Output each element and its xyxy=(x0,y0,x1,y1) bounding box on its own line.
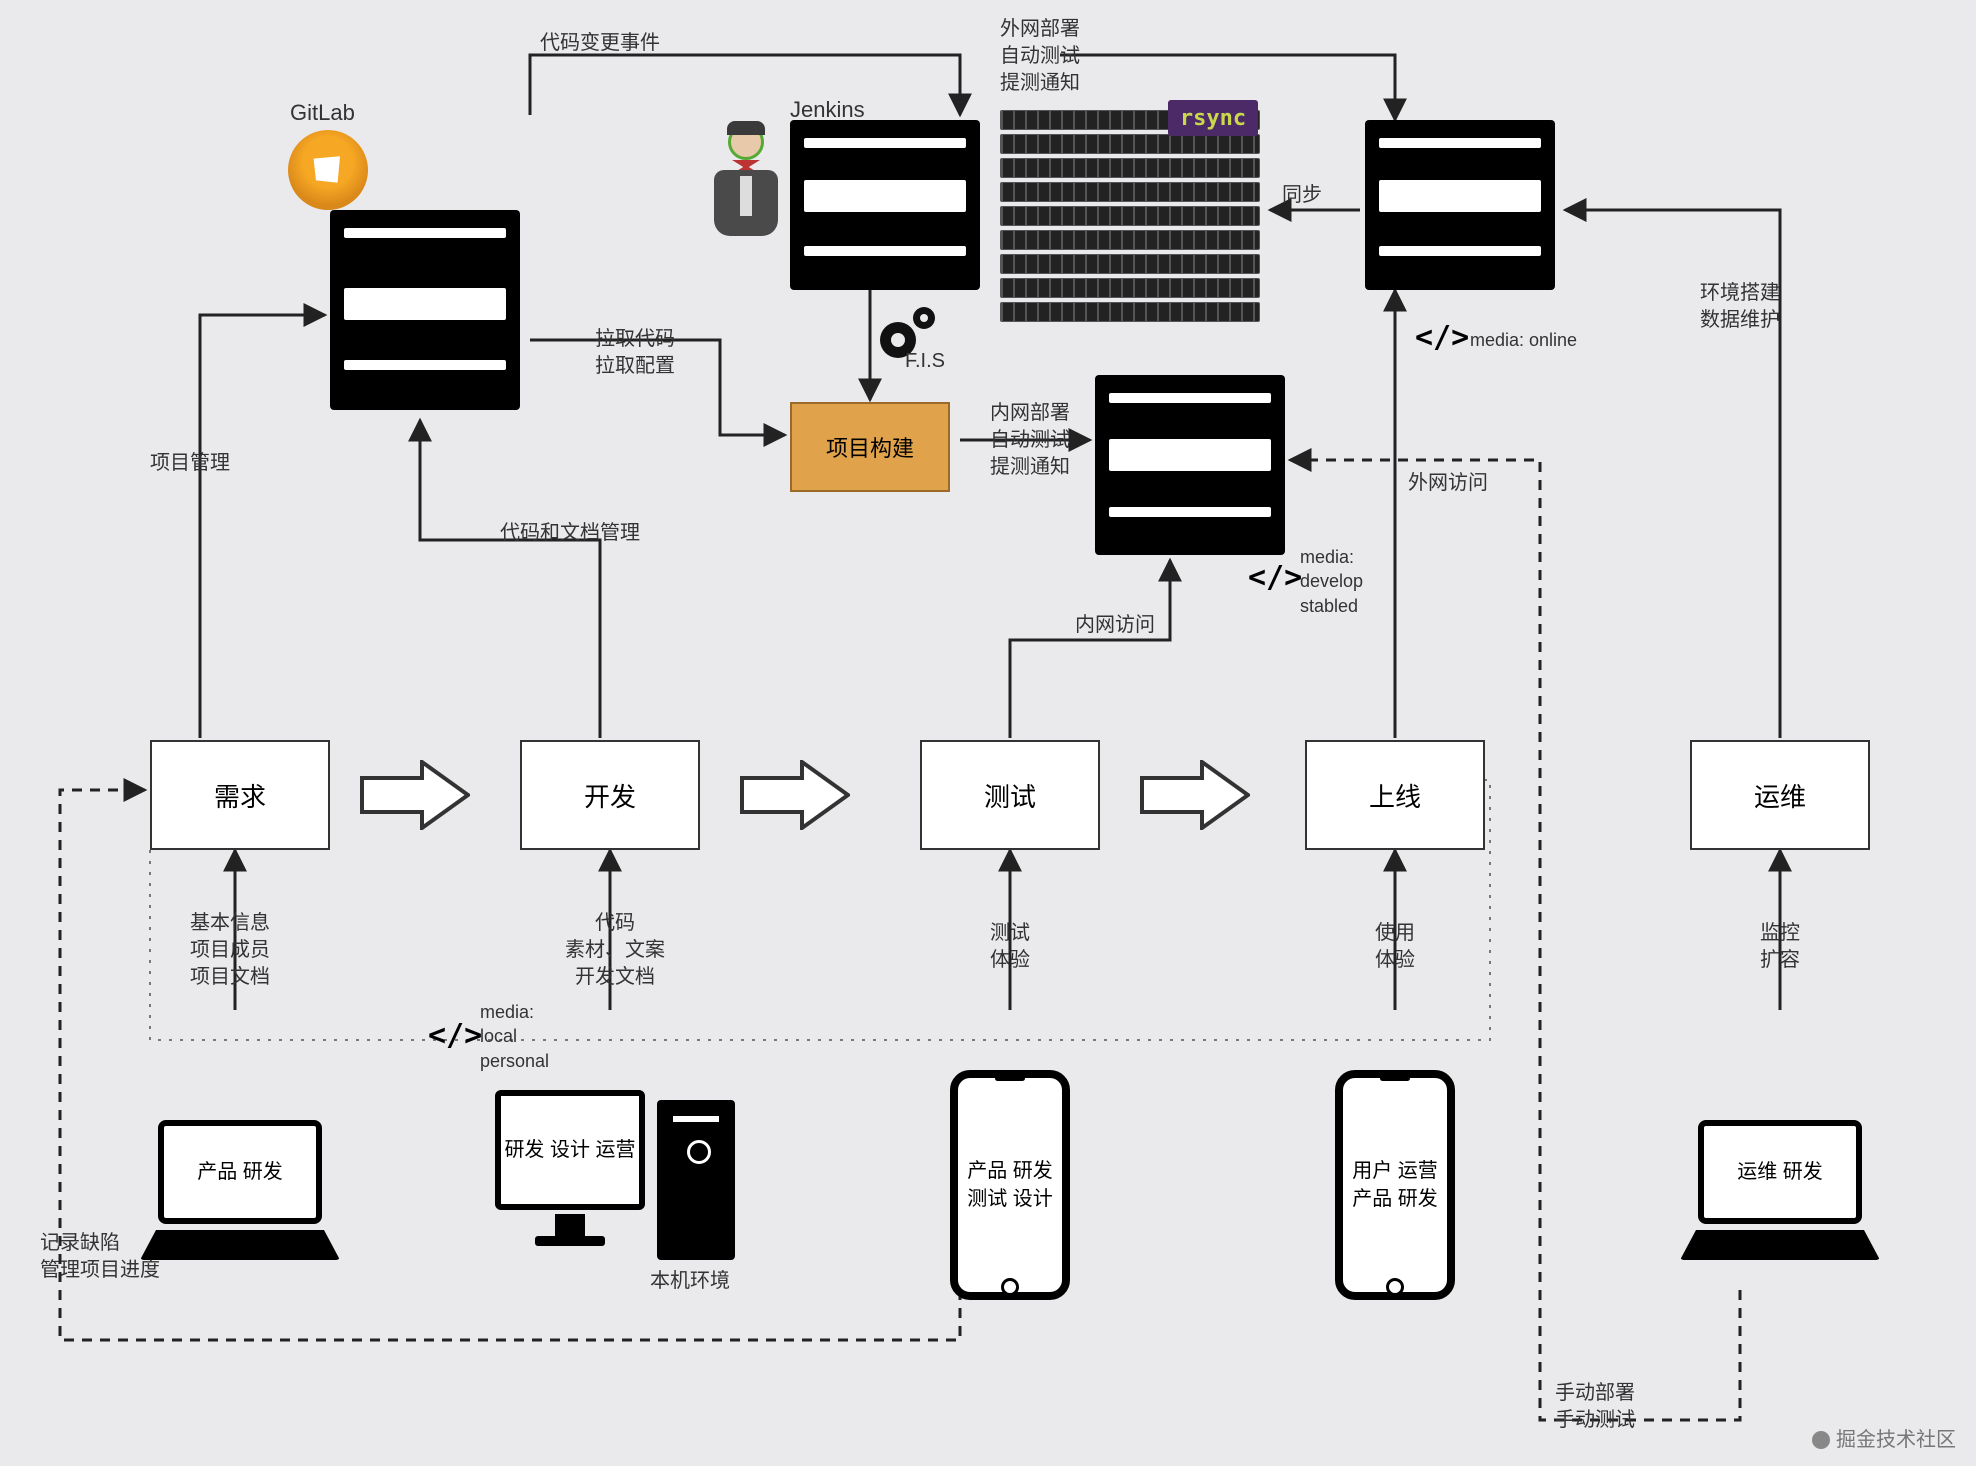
desktop-dev-label: 研发 设计 运营 xyxy=(504,1137,635,1164)
watermark-text: 掘金技术社区 xyxy=(1836,1429,1956,1451)
tag-media-local: media: local personal xyxy=(480,1000,549,1073)
fat-arrow-3 xyxy=(1140,760,1250,830)
watermark-icon xyxy=(1812,1431,1830,1449)
tag-media-dev: media: develop stabled xyxy=(1300,545,1363,618)
edge-int-deploy: 内网部署 自动测试 提测通知 xyxy=(990,400,1070,481)
code-icon-dev: </> xyxy=(1248,560,1302,595)
edge-manual: 手动部署 手动测试 xyxy=(1555,1380,1635,1434)
phone-online-label: 用户 运营 产品 研发 xyxy=(1343,1157,1447,1213)
fat-arrow-1 xyxy=(360,760,470,830)
inputs-test: 测试 体验 xyxy=(990,920,1030,974)
desktop-dev: 研发 设计 运营 xyxy=(495,1080,735,1280)
inputs-dev: 代码 素材、文案 开发文档 xyxy=(565,910,665,991)
wf-requirements-label: 需求 xyxy=(214,777,266,814)
laptop-ops: 运维 研发 xyxy=(1680,1120,1880,1260)
edge-code-doc: 代码和文档管理 xyxy=(500,520,640,547)
laptop-product: 产品 研发 xyxy=(140,1120,340,1260)
inputs-req: 基本信息 项目成员 项目文档 xyxy=(190,910,270,991)
server-extranet: 外网环境 xyxy=(1365,120,1555,290)
phone-test: 产品 研发 测试 设计 xyxy=(950,1070,1070,1300)
wf-develop: 开发 xyxy=(520,740,700,850)
build-box-label: 项目构建 xyxy=(826,431,914,463)
fis-label: F.I.S xyxy=(905,348,945,375)
gitlab-icon xyxy=(288,130,368,210)
gitlab-label: GitLab xyxy=(290,98,355,128)
edge-env-data: 环境搭建 数据维护 xyxy=(1700,280,1780,334)
wf-online-label: 上线 xyxy=(1369,777,1421,814)
inputs-online: 使用 体验 xyxy=(1375,920,1415,974)
diagram-canvas: GitLab Jenkins 代码仓库 构建平台 内网环境 外网环境 rsync xyxy=(0,0,1976,1466)
build-box: 项目构建 xyxy=(790,402,950,492)
edge-ext-deploy: 外网部署 自动测试 提测通知 xyxy=(1000,16,1080,97)
phone-online: 用户 运营 产品 研发 xyxy=(1335,1070,1455,1300)
datacenter-rack-icon xyxy=(1000,110,1260,330)
jenkins-icon xyxy=(700,120,790,240)
fat-arrow-2 xyxy=(740,760,850,830)
phone-test-label: 产品 研发 测试 设计 xyxy=(958,1157,1062,1213)
server-jenkins: 构建平台 xyxy=(790,120,980,290)
edge-proj-mgmt: 项目管理 xyxy=(150,450,230,477)
server-gitlab: 代码仓库 xyxy=(330,210,520,410)
edge-int-access: 内网访问 xyxy=(1075,612,1155,639)
wf-ops: 运维 xyxy=(1690,740,1870,850)
wf-develop-label: 开发 xyxy=(584,777,636,814)
server-intranet-caption: 内网环境 xyxy=(1146,443,1234,475)
edge-pull: 拉取代码 拉取配置 xyxy=(595,326,675,380)
laptop-product-label: 产品 研发 xyxy=(197,1159,283,1186)
wf-test-label: 测试 xyxy=(984,777,1036,814)
server-extranet-caption: 外网环境 xyxy=(1416,184,1504,216)
watermark: 掘金技术社区 xyxy=(1812,1423,1956,1452)
server-intranet: 内网环境 xyxy=(1095,375,1285,555)
rsync-badge: rsync xyxy=(1168,100,1258,136)
edge-sync: 同步 xyxy=(1282,182,1322,209)
laptop-ops-label: 运维 研发 xyxy=(1737,1159,1823,1186)
server-jenkins-caption: 构建平台 xyxy=(841,184,929,216)
wf-ops-label: 运维 xyxy=(1754,777,1806,814)
edge-ext-access: 外网访问 xyxy=(1408,470,1488,497)
wf-requirements: 需求 xyxy=(150,740,330,850)
code-icon-online: </> xyxy=(1415,320,1469,355)
code-icon-local: </> xyxy=(428,1018,482,1053)
wf-test: 测试 xyxy=(920,740,1100,850)
inputs-ops: 监控 扩容 xyxy=(1760,920,1800,974)
server-gitlab-caption: 代码仓库 xyxy=(381,292,469,324)
edge-code-change: 代码变更事件 xyxy=(540,30,660,57)
tag-media-online: media: online xyxy=(1470,328,1577,352)
wf-online: 上线 xyxy=(1305,740,1485,850)
